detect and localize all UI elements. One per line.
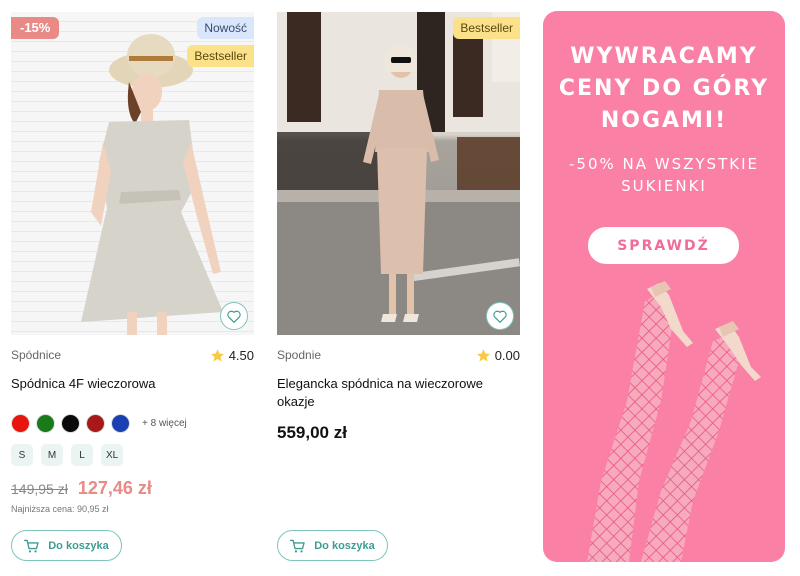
color-swatch[interactable] (36, 413, 55, 433)
favorite-button[interactable] (486, 302, 514, 330)
promo-banner[interactable]: WYWRACAMY CENY DO GÓRY NOGAMI! -50% NA W… (543, 11, 785, 562)
size-options: S M L XL (11, 444, 254, 466)
bestseller-badge: Bestseller (453, 17, 520, 39)
size-option[interactable]: S (11, 444, 33, 466)
add-to-cart-label: Do koszyka (48, 539, 109, 552)
heart-icon (493, 310, 507, 323)
cart-icon (24, 539, 39, 552)
product-category[interactable]: Spódnice (11, 348, 61, 362)
discount-badge: -15% (11, 17, 60, 39)
color-swatch[interactable] (86, 413, 105, 433)
price-old: 149,95 zł (11, 481, 68, 497)
favorite-button[interactable] (220, 302, 248, 330)
star-icon (210, 348, 224, 361)
promo-check-button[interactable]: SPRAWDŹ (588, 227, 739, 264)
price-sale: 127,46 zł (77, 478, 152, 498)
more-colors-link[interactable]: + 8 więcej (142, 418, 187, 429)
rating-value: 0.00 (494, 347, 520, 363)
product-image[interactable]: -15% Nowość Bestseller (11, 12, 254, 335)
product-card[interactable]: -15% Nowość Bestseller Spódnice 4.50 Spó… (11, 12, 254, 561)
rating-value: 4.50 (228, 347, 254, 363)
product-rating: 4.50 (210, 348, 254, 363)
promo-title: WYWRACAMY CENY DO GÓRY NOGAMI! (558, 44, 770, 133)
lowest-price-note: Najniższa cena: 90,95 zł (11, 504, 109, 514)
price: 559,00 zł (277, 423, 347, 442)
promo-legs-illustration (587, 281, 761, 562)
product-category[interactable]: Spodnie (277, 348, 321, 362)
product-card[interactable]: Bestseller Spodnie 0.00 Elegancka spódni… (277, 12, 520, 561)
add-to-cart-button[interactable]: Do koszyka (277, 530, 388, 561)
product-name[interactable]: Elegancka spódnica na wieczorowe okazje (277, 375, 520, 411)
add-to-cart-label: Do koszyka (314, 539, 375, 552)
size-option[interactable]: XL (101, 444, 124, 466)
product-photo-street-suit (277, 12, 520, 335)
color-swatch[interactable] (61, 413, 80, 433)
cart-icon (290, 539, 305, 552)
price-row: 149,95 zł 127,46 zł (11, 478, 254, 499)
promo-subtitle: -50% NA WSZYSTKIE SUKIENKI (569, 155, 759, 195)
bestseller-badge: Bestseller (187, 45, 254, 67)
color-swatches: + 8 więcej (11, 413, 254, 433)
heart-icon (227, 310, 241, 323)
new-badge: Nowość (197, 17, 254, 39)
size-option[interactable]: L (71, 444, 93, 466)
add-to-cart-button[interactable]: Do koszyka (11, 530, 122, 561)
color-swatch[interactable] (11, 413, 30, 433)
product-rating: 0.00 (476, 348, 520, 363)
size-option[interactable]: M (41, 444, 63, 466)
star-icon (476, 348, 490, 361)
product-name[interactable]: Spódnica 4F wieczorowa (11, 375, 254, 393)
product-image[interactable]: Bestseller (277, 12, 520, 335)
color-swatch[interactable] (111, 413, 130, 433)
